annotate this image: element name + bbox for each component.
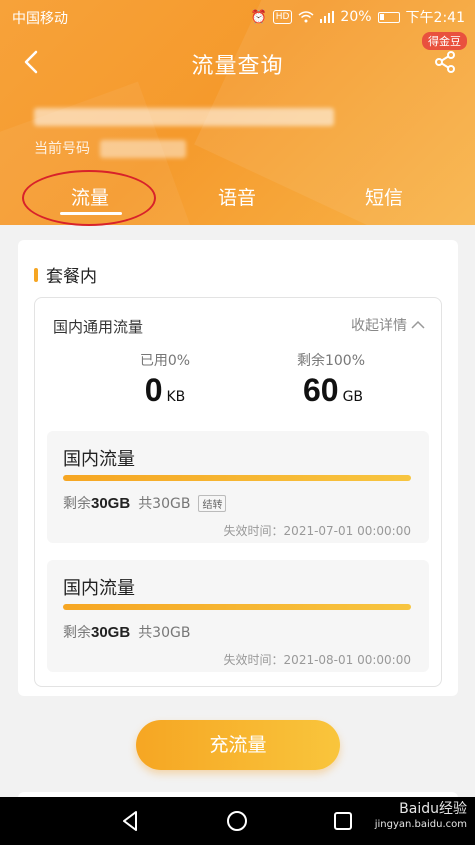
used-unit: KB — [166, 389, 186, 405]
status-icons: ⏰ HD 20% 下午2:41 — [251, 7, 465, 27]
battery-percent: 20% — [340, 9, 372, 25]
phone-number-redacted — [100, 140, 186, 158]
phone-number-redacted — [34, 108, 334, 126]
domestic-data-title: 国内通用流量 — [53, 318, 144, 336]
package-amount: 剩余 30GB 共30GB — [63, 622, 190, 642]
remain-prefix: 剩余 — [63, 625, 91, 641]
clock: 下午2:41 — [405, 10, 465, 26]
package-progress-bar — [63, 604, 411, 610]
package-total: 共30GB — [138, 625, 191, 641]
used-value: 0 — [144, 372, 163, 408]
package-progress-fill — [63, 475, 411, 481]
nav-back-icon[interactable] — [118, 808, 144, 834]
status-bar: 中国移动 ⏰ HD 20% 下午2:41 — [0, 0, 475, 32]
wifi-icon — [298, 11, 314, 23]
package-title: 国内流量 — [63, 578, 135, 599]
share-icon[interactable] — [433, 50, 457, 74]
remain-unit: GB — [342, 389, 364, 405]
watermark-brand: Baidu经验 — [399, 801, 467, 817]
package-expiry: 失效时间：2021-07-01 00:00:00 — [223, 524, 411, 538]
used-percent-label: 已用0% — [139, 353, 191, 369]
remain-percent-label: 剩余100% — [296, 353, 366, 369]
domestic-data-card: 国内通用流量 收起详情 已用0% 剩余100% 0 KB 60 GB 国内流量 剩余… — [34, 297, 442, 687]
package-title: 国内流量 — [63, 449, 135, 470]
package-remaining: 30GB — [91, 494, 131, 512]
remain-value: 60 — [302, 372, 339, 408]
package-progress-fill — [63, 604, 411, 610]
package-total: 共30GB — [138, 496, 191, 512]
section-header: 套餐内 — [34, 262, 97, 287]
hd-badge: HD — [272, 10, 293, 24]
package-expiry: 失效时间：2021-08-01 00:00:00 — [223, 653, 411, 667]
used-amount: 0 KB — [95, 372, 235, 409]
watermark: Baidu经验 jingyan.baidu.com — [375, 801, 467, 833]
rollover-badge: 结转 — [198, 494, 227, 512]
package-item: 国内流量 剩余 30GB 共30GB 失效时间：2021-08-01 00:00… — [47, 560, 429, 672]
recharge-data-button[interactable]: 充流量 — [136, 720, 340, 770]
battery-icon — [377, 11, 400, 23]
package-progress-bar — [63, 475, 411, 481]
remain-prefix: 剩余 — [63, 496, 91, 512]
alarm-icon: ⏰ — [250, 9, 267, 25]
remain-amount: 60 GB — [263, 372, 403, 409]
annotation-circle — [22, 170, 156, 226]
plan-card: 套餐内 国内通用流量 收起详情 已用0% 剩余100% 0 KB 60 GB 国内流… — [18, 240, 458, 696]
tab-voice[interactable]: 语音 — [197, 183, 277, 210]
nav-recent-icon[interactable] — [330, 808, 356, 834]
current-number-label: 当前号码 — [34, 141, 90, 157]
section-title: 套餐内 — [46, 267, 97, 287]
signal-icon — [320, 11, 335, 23]
package-item: 国内流量 剩余 30GB 共30GB 结转 失效时间：2021-07-01 00… — [47, 431, 429, 543]
tab-sms[interactable]: 短信 — [344, 183, 424, 210]
collapse-label: 收起详情 — [351, 318, 407, 334]
page-title: 流量查询 — [191, 54, 284, 79]
chevron-up-icon — [411, 320, 425, 329]
collapse-details-button[interactable]: 收起详情 — [351, 315, 425, 335]
carrier-label: 中国移动 — [12, 11, 68, 27]
package-amount: 剩余 30GB 共30GB 结转 — [63, 493, 227, 513]
section-marker — [34, 267, 38, 282]
watermark-url: jingyan.baidu.com — [374, 819, 467, 830]
nav-home-icon[interactable] — [224, 808, 250, 834]
package-remaining: 30GB — [91, 623, 131, 641]
